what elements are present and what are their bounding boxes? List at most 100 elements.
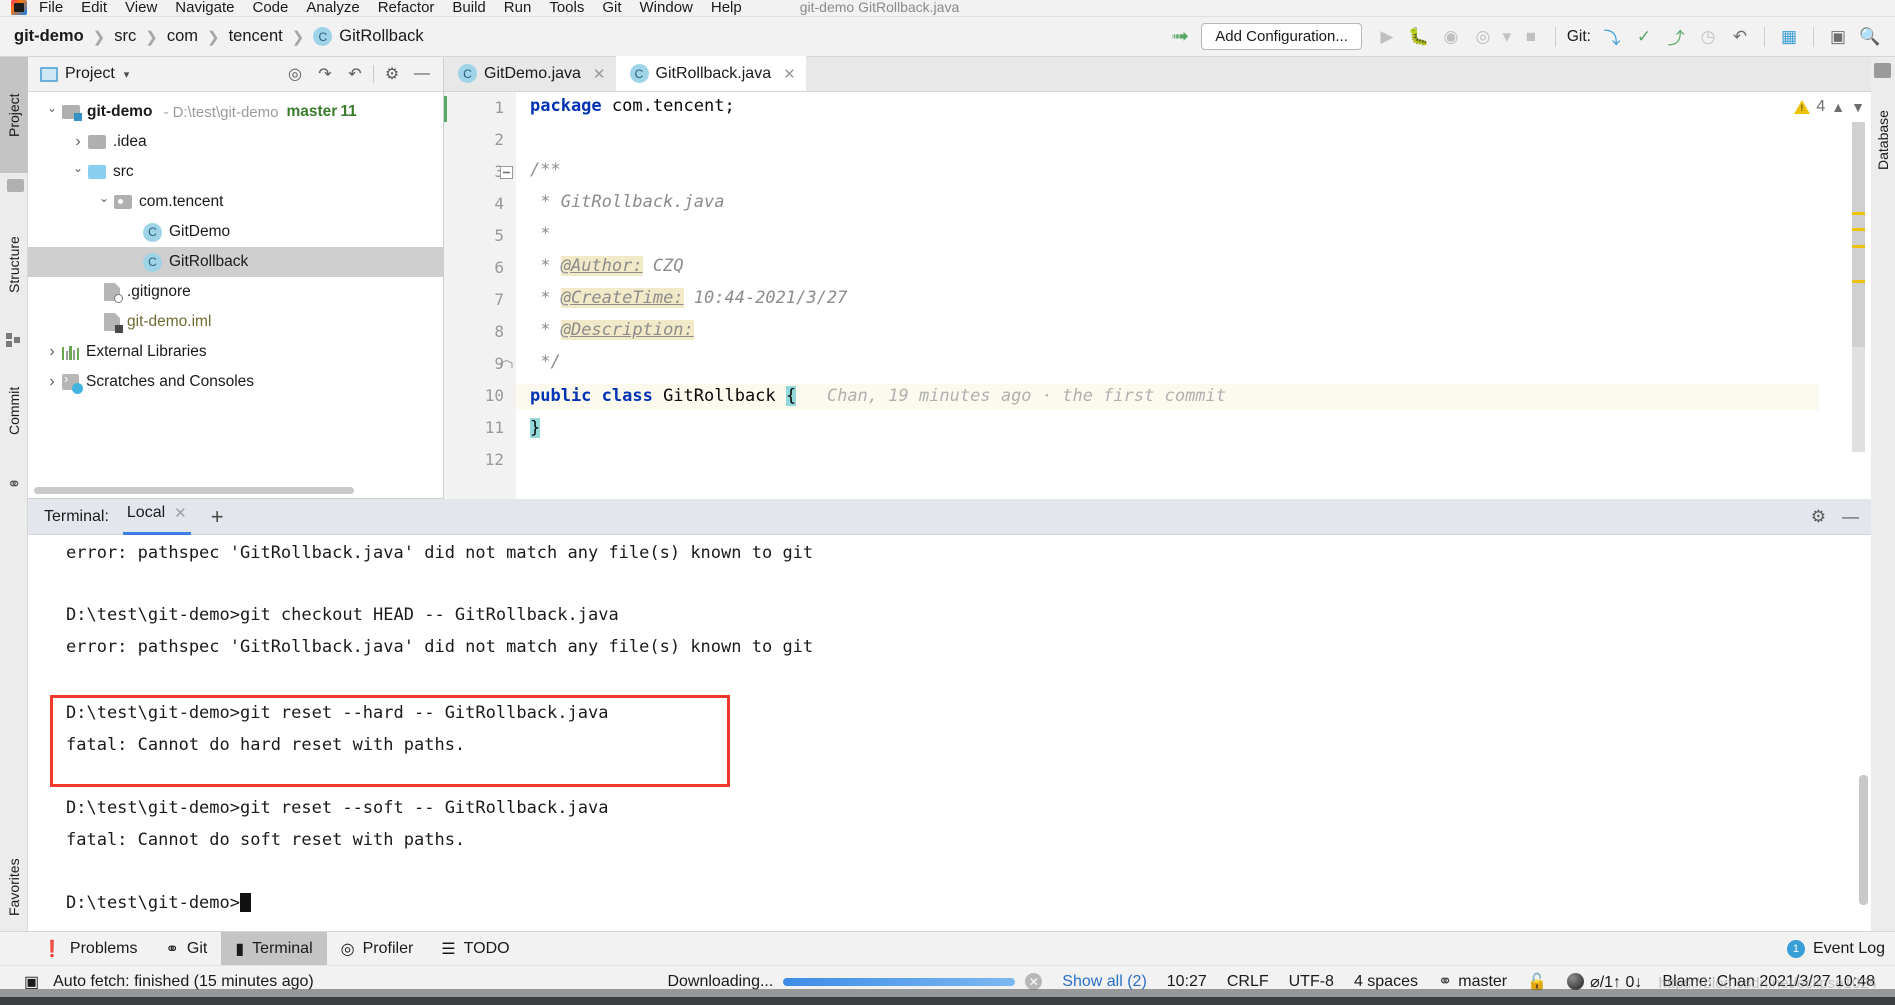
chevron-down-icon[interactable] (44, 105, 60, 119)
breadcrumb-tencent[interactable]: tencent (229, 27, 283, 46)
menu-view[interactable]: View (116, 0, 166, 16)
menu-code[interactable]: Code (243, 0, 297, 16)
tree-node-external-libraries[interactable]: External Libraries (28, 337, 443, 367)
chevron-down-icon[interactable]: ▾ (124, 68, 130, 81)
editor-tab-gitdemo[interactable]: C GitDemo.java ✕ (444, 56, 616, 91)
editor-scrollbar-markers[interactable] (1852, 122, 1865, 452)
editor-gutter[interactable]: 1 2 3 4 5 6 7 8 9 10 11 12 (444, 92, 516, 499)
tool-window-terminal[interactable]: ▮ Terminal (221, 931, 327, 966)
vcs-branch-icon[interactable]: ⚭ (7, 475, 21, 495)
terminal-output[interactable]: error: pathspec 'GitRollback.java' did n… (28, 535, 1871, 931)
collapse-all-icon[interactable]: ↶ (340, 60, 370, 88)
chevron-down-icon[interactable] (96, 195, 112, 209)
chevron-right-icon[interactable] (70, 133, 86, 151)
tree-node-idea[interactable]: .idea (28, 127, 443, 157)
menu-file[interactable]: File (30, 0, 72, 16)
build-hammer-icon[interactable]: ➟ (1165, 22, 1195, 52)
new-session-icon[interactable]: + (211, 504, 224, 530)
menu-navigate[interactable]: Navigate (166, 0, 243, 16)
gear-icon[interactable]: ⚙ (1811, 507, 1826, 527)
chevron-down-icon[interactable]: ▾ (1500, 22, 1514, 52)
file-encoding[interactable]: UTF-8 (1279, 973, 1344, 991)
sidebar-item-commit[interactable]: Commit (0, 357, 28, 465)
run-icon[interactable]: ▶ (1372, 22, 1402, 52)
git-push-icon[interactable]: ⤴ (1661, 22, 1691, 52)
breadcrumb-com[interactable]: com (167, 27, 198, 46)
inspection-widget[interactable]: 4 ▲ ▼ (1794, 92, 1871, 122)
tree-node-scratches[interactable]: Scratches and Consoles (28, 367, 443, 397)
chevron-up-icon[interactable]: ▲ (1831, 99, 1845, 115)
sidebar-item-project[interactable]: Project (0, 57, 28, 173)
show-all-tasks-link[interactable]: Show all (2) (1052, 973, 1156, 991)
sidebar-item-structure[interactable]: Structure (0, 205, 28, 325)
scrollbar-thumb[interactable] (1852, 122, 1865, 347)
tool-window-git[interactable]: ⚭ Git (152, 932, 222, 966)
menu-run[interactable]: Run (495, 0, 541, 16)
git-history-icon[interactable]: ◷ (1693, 22, 1723, 52)
scroll-from-source-icon[interactable]: ◎ (280, 60, 310, 88)
fold-collapse-icon[interactable] (500, 166, 513, 179)
editor-body[interactable]: 1 2 3 4 5 6 7 8 9 10 11 12 package com.t… (444, 92, 1871, 499)
project-structure-icon[interactable]: ▦ (1774, 22, 1804, 52)
git-rollback-icon[interactable]: ↶ (1725, 22, 1755, 52)
chevron-right-icon[interactable] (44, 343, 60, 361)
warning-marker[interactable] (1852, 228, 1865, 231)
tree-node-git-demo[interactable]: git-demo - D:\test\git-demo master 11 (28, 97, 443, 127)
tree-node-iml[interactable]: git-demo.iml (28, 307, 443, 337)
menu-build[interactable]: Build (443, 0, 494, 16)
tree-node-com-tencent[interactable]: com.tencent (28, 187, 443, 217)
menu-tools[interactable]: Tools (540, 0, 593, 16)
close-icon[interactable]: ✕ (783, 65, 796, 83)
database-grid-icon[interactable] (1874, 63, 1891, 78)
sidebar-item-favorites[interactable]: Favorites (0, 827, 28, 947)
event-log-button[interactable]: 1 Event Log (1786, 939, 1885, 958)
menu-analyze[interactable]: Analyze (297, 0, 368, 16)
menu-refactor[interactable]: Refactor (369, 0, 444, 16)
menu-window[interactable]: Window (631, 0, 702, 16)
menu-edit[interactable]: Edit (72, 0, 116, 16)
chevron-down-icon[interactable]: ▼ (1851, 99, 1865, 115)
terminal-scrollbar[interactable] (1859, 775, 1868, 905)
debug-icon[interactable]: 🐛 (1404, 22, 1434, 52)
tool-window-problems[interactable]: ❗ Problems (28, 932, 152, 966)
git-update-project-icon[interactable]: ⤵ (1597, 22, 1627, 52)
run-with-coverage-icon[interactable]: ◉ (1436, 22, 1466, 52)
line-separator[interactable]: CRLF (1217, 973, 1279, 991)
terminal-toggle-icon[interactable]: ▣ (1823, 22, 1853, 52)
breadcrumb-src[interactable]: src (114, 27, 136, 46)
tool-window-todo[interactable]: ☰ TODO (427, 932, 523, 966)
warning-marker[interactable] (1852, 245, 1865, 248)
tree-node-gitignore[interactable]: .gitignore (28, 277, 443, 307)
search-everywhere-icon[interactable]: 🔍 (1855, 22, 1885, 52)
favorites-grid-icon[interactable] (6, 333, 21, 347)
hide-panel-icon[interactable]: — (407, 60, 437, 88)
expand-all-icon[interactable]: ↷ (310, 60, 340, 88)
gear-icon[interactable]: ⚙ (377, 60, 407, 88)
warning-marker[interactable] (1852, 212, 1865, 215)
breadcrumb-class[interactable]: GitRollback (339, 27, 423, 46)
tree-node-src[interactable]: src (28, 157, 443, 187)
hide-panel-icon[interactable]: — (1842, 507, 1859, 527)
cancel-task-icon[interactable]: ✕ (1015, 973, 1052, 990)
profile-icon[interactable]: ◎ (1468, 22, 1498, 52)
terminal-tab-local[interactable]: Local ✕ (122, 499, 191, 535)
tree-node-gitdemo[interactable]: C GitDemo (28, 217, 443, 247)
menu-help[interactable]: Help (702, 0, 751, 16)
chevron-down-icon[interactable] (70, 165, 86, 179)
warning-marker[interactable] (1852, 280, 1865, 283)
tree-node-gitrollback[interactable]: C GitRollback (28, 247, 443, 277)
fold-end-icon[interactable] (500, 356, 513, 369)
add-configuration-button[interactable]: Add Configuration... (1201, 23, 1362, 50)
git-commit-icon[interactable]: ✓ (1629, 22, 1659, 52)
breadcrumb-project[interactable]: git-demo (14, 27, 84, 46)
tool-window-profiler[interactable]: ◎ Profiler (327, 932, 428, 966)
project-horizontal-scrollbar[interactable] (34, 487, 354, 494)
bookmarks-icon[interactable] (7, 179, 24, 192)
stop-icon[interactable]: ■ (1516, 22, 1546, 52)
indent-setting[interactable]: 4 spaces (1344, 973, 1428, 991)
sidebar-item-database[interactable]: Database (1870, 85, 1895, 195)
close-icon[interactable]: ✕ (174, 504, 187, 522)
editor-tab-gitrollback[interactable]: C GitRollback.java ✕ (615, 56, 806, 91)
code-text[interactable]: package com.tencent; /** * GitRollback.j… (516, 92, 1871, 499)
menu-git[interactable]: Git (593, 0, 630, 16)
